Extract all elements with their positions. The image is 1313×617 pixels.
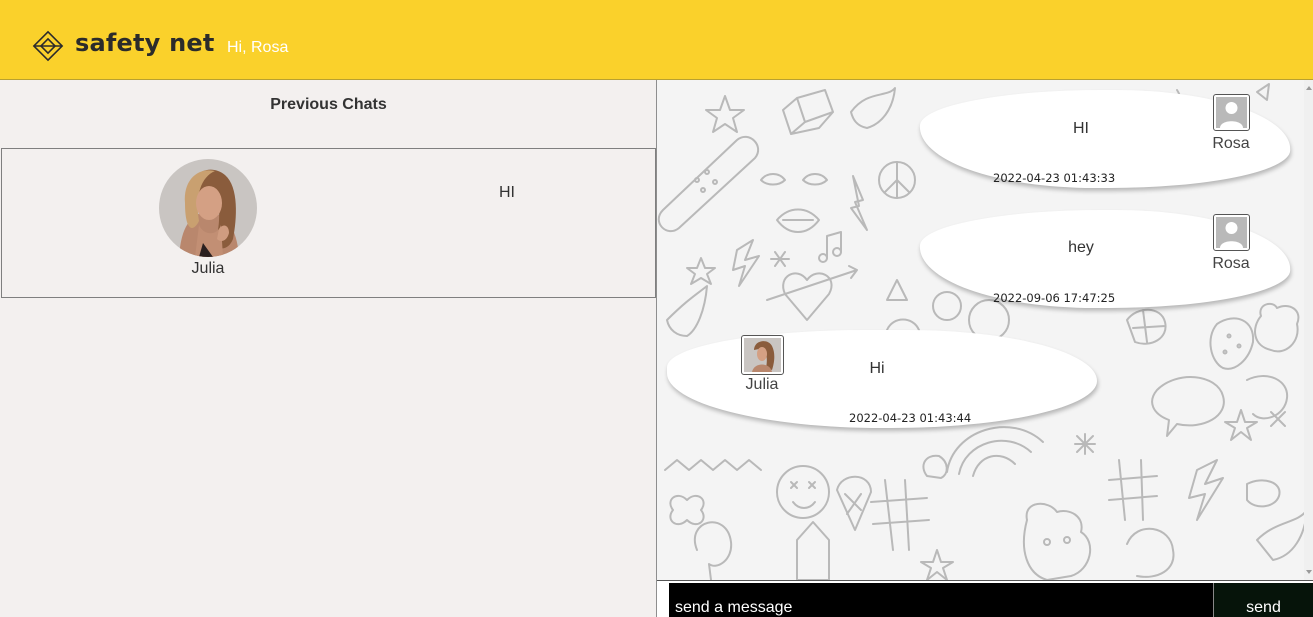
chat-last-message: HI	[499, 184, 515, 201]
message-input[interactable]	[669, 583, 1213, 617]
message-text: Hi	[869, 360, 885, 377]
scroll-up-arrow-icon[interactable]	[1306, 86, 1312, 90]
conversation-view[interactable]: HI Rosa 2022-04-23 01:43:33 hey Rosa 202…	[657, 80, 1313, 580]
message-composer: send	[657, 580, 1313, 617]
chat-contact-name: Julia	[191, 260, 225, 277]
chat-scrollbar[interactable]	[1304, 80, 1313, 580]
previous-chats-panel: Previous Chats Julia HI	[0, 80, 657, 617]
user-greeting: Hi, Rosa	[227, 39, 289, 56]
default-user-icon	[1216, 217, 1247, 248]
sender-avatar	[1213, 214, 1250, 251]
sender-avatar	[741, 335, 784, 375]
julia-photo-icon	[159, 159, 257, 257]
julia-photo-icon	[744, 338, 781, 372]
sender-name: Rosa	[1212, 135, 1250, 152]
previous-chats-title: Previous Chats	[270, 96, 387, 113]
send-button[interactable]: send	[1213, 583, 1313, 617]
message-timestamp: 2022-04-23 01:43:33	[993, 171, 1116, 185]
message-timestamp: 2022-09-06 17:47:25	[993, 291, 1116, 305]
sender-name: Julia	[745, 376, 779, 393]
sender-name: Rosa	[1212, 255, 1250, 272]
message-text: hey	[1068, 239, 1094, 256]
scroll-down-arrow-icon[interactable]	[1306, 570, 1312, 574]
message-timestamp: 2022-04-23 01:43:44	[849, 411, 972, 425]
brand-name[interactable]: safety net	[75, 29, 215, 57]
avatar	[159, 159, 257, 257]
default-user-icon	[1216, 97, 1247, 128]
message-text: HI	[1073, 120, 1089, 137]
app-header: safety net Hi, Rosa	[0, 0, 1313, 80]
chat-list-item-julia[interactable]: Julia HI	[1, 148, 656, 298]
sender-avatar	[1213, 94, 1250, 131]
diamond-logo-icon[interactable]	[31, 29, 65, 63]
